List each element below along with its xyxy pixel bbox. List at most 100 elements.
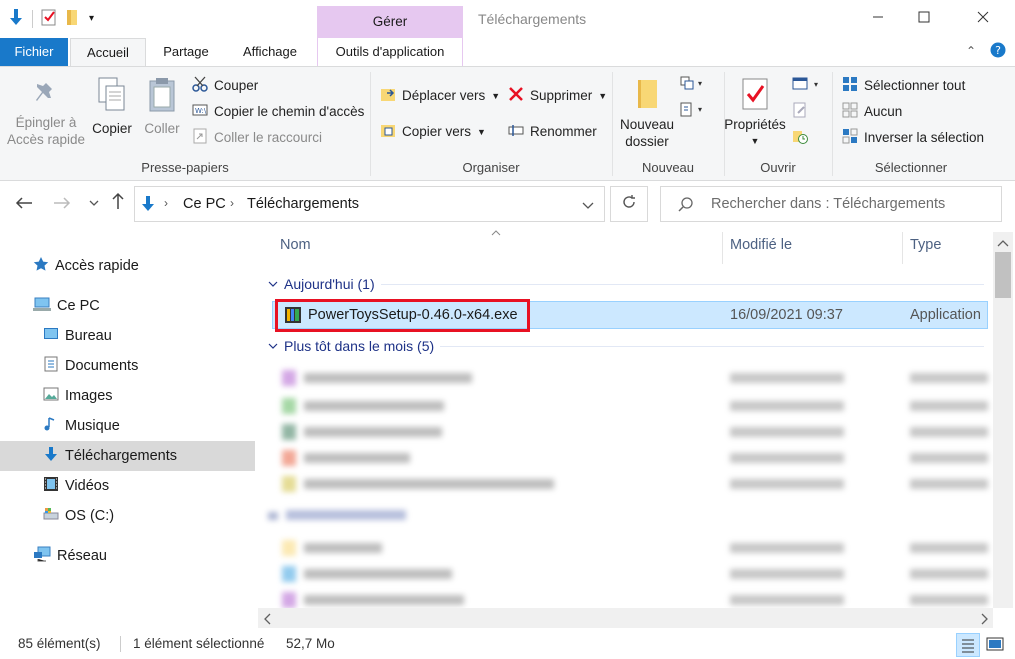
invert-selection-button[interactable]: Inverser la sélection: [842, 128, 984, 147]
properties-qat-icon[interactable]: [41, 8, 57, 29]
properties-button[interactable]: Propriétés ▼: [722, 76, 788, 150]
svg-text:▾: ▾: [814, 80, 818, 89]
pin-quick-access-button[interactable]: Épingler à Accès rapide: [6, 80, 86, 148]
move-to-button[interactable]: Déplacer vers ▼: [380, 86, 500, 105]
column-header-type[interactable]: Type: [910, 237, 941, 253]
pictures-icon: [43, 386, 59, 406]
copy-icon: [90, 76, 134, 120]
close-button[interactable]: [960, 6, 1006, 32]
paste-button[interactable]: Coller: [142, 76, 182, 137]
edit-icon[interactable]: [792, 102, 808, 121]
star-icon: [33, 256, 49, 276]
search-icon: [678, 196, 694, 215]
select-all-icon: [842, 76, 858, 95]
computer-icon: [33, 296, 51, 316]
maximize-button[interactable]: [901, 6, 947, 32]
recent-locations-button[interactable]: [82, 192, 106, 216]
nav-quick-access[interactable]: Accès rapide: [0, 251, 255, 281]
chevron-down-icon: ▼: [491, 90, 501, 101]
copy-path-icon: W:\: [192, 102, 208, 121]
cut-button[interactable]: Couper: [192, 76, 258, 95]
group-label-select: Sélectionner: [874, 160, 948, 175]
file-modified: 16/09/2021 09:37: [730, 307, 843, 323]
nav-downloads[interactable]: Téléchargements: [0, 441, 255, 471]
copy-folder-icon: [380, 122, 396, 141]
paste-icon: [142, 76, 182, 120]
nav-desktop[interactable]: Bureau: [0, 321, 255, 351]
large-icons-view-button[interactable]: [984, 633, 1008, 657]
scroll-up-arrow-icon[interactable]: [997, 236, 1009, 251]
rename-icon: [508, 122, 524, 141]
nav-videos[interactable]: Vidéos: [0, 471, 255, 501]
details-view-button[interactable]: [956, 633, 980, 657]
rename-button[interactable]: Renommer: [508, 122, 597, 141]
invert-selection-icon: [842, 128, 858, 147]
copy-path-button[interactable]: W:\ Copier le chemin d'accès: [192, 102, 364, 121]
drive-icon: [43, 506, 59, 526]
svg-text:▾: ▾: [698, 79, 702, 88]
up-button[interactable]: [106, 192, 130, 216]
group-header-today[interactable]: Aujourd'hui (1): [268, 276, 984, 292]
svg-text:W:\: W:\: [195, 107, 207, 115]
downloads-arrow-icon: [140, 195, 156, 216]
nav-os-drive[interactable]: OS (C:): [0, 501, 255, 531]
properties-icon: [722, 76, 788, 116]
vertical-scroll-thumb[interactable]: [995, 252, 1011, 298]
delete-button[interactable]: Supprimer ▼: [508, 86, 607, 105]
address-dropdown-icon[interactable]: [582, 198, 594, 213]
file-name: PowerToysSetup-0.46.0-x64.exe: [308, 307, 518, 323]
copy-to-button[interactable]: Copier vers ▼: [380, 122, 486, 141]
window-title: Téléchargements: [478, 11, 587, 27]
breadcrumb-separator: ›: [164, 196, 168, 210]
redacted-file-rows: [268, 368, 988, 608]
new-item-icon[interactable]: ▾: [680, 76, 708, 95]
scroll-right-arrow-icon[interactable]: [980, 613, 988, 628]
column-header-name[interactable]: Nom: [280, 237, 311, 253]
collapse-ribbon-icon[interactable]: ⌃: [966, 44, 976, 58]
svg-text:▾: ▾: [698, 105, 702, 114]
scroll-left-arrow-icon[interactable]: [264, 613, 272, 628]
tab-home[interactable]: Accueil: [70, 38, 146, 68]
tab-file[interactable]: Fichier: [0, 38, 68, 66]
paste-shortcut-icon: [192, 128, 208, 147]
move-folder-icon: [380, 86, 396, 105]
context-tab-group-manage: Gérer: [317, 6, 463, 38]
history-icon[interactable]: [792, 128, 808, 147]
nav-documents[interactable]: Documents: [0, 351, 255, 381]
select-none-icon: [842, 102, 858, 121]
group-label-open: Ouvrir: [760, 160, 796, 175]
select-all-button[interactable]: Sélectionner tout: [842, 76, 965, 95]
quick-access-toolbar: ▾: [8, 8, 94, 29]
sort-ascending-icon: [491, 228, 501, 239]
horizontal-scrollbar[interactable]: [258, 608, 993, 628]
breadcrumb-separator: ›: [230, 196, 234, 210]
group-header-earlier[interactable]: Plus tôt dans le mois (5): [268, 338, 984, 354]
group-label-organize: Organiser: [462, 160, 520, 175]
downloads-icon: [43, 446, 59, 466]
tab-view[interactable]: Affichage: [230, 38, 310, 66]
tab-share[interactable]: Partage: [150, 38, 222, 66]
customize-qat-icon[interactable]: ▾: [89, 13, 94, 24]
breadcrumb-this-pc[interactable]: Ce PC: [183, 196, 226, 212]
select-none-button[interactable]: Aucun: [842, 102, 902, 121]
back-button[interactable]: [12, 192, 36, 216]
nav-music[interactable]: Musique: [0, 411, 255, 441]
help-icon[interactable]: ?: [990, 42, 1006, 61]
nav-network[interactable]: Réseau: [0, 541, 255, 571]
nav-pictures[interactable]: Images: [0, 381, 255, 411]
minimize-button[interactable]: [855, 6, 901, 32]
column-header-modified[interactable]: Modifié le: [730, 237, 792, 253]
nav-this-pc[interactable]: Ce PC: [0, 291, 255, 321]
new-folder-button[interactable]: Nouveau dossier: [616, 76, 678, 150]
paste-shortcut-button[interactable]: Coller le raccourci: [192, 128, 322, 147]
refresh-button[interactable]: [610, 186, 648, 222]
file-type: Application: [910, 307, 981, 323]
breadcrumb-downloads[interactable]: Téléchargements: [247, 196, 359, 212]
copy-button[interactable]: Copier: [90, 76, 134, 137]
tab-application-tools[interactable]: Outils d'application: [317, 38, 463, 66]
new-folder-qat-icon[interactable]: [65, 8, 81, 29]
network-icon: [33, 546, 51, 566]
easy-access-icon[interactable]: ▾: [680, 102, 708, 121]
forward-button[interactable]: [50, 192, 74, 216]
open-icon[interactable]: ▾: [792, 76, 824, 95]
